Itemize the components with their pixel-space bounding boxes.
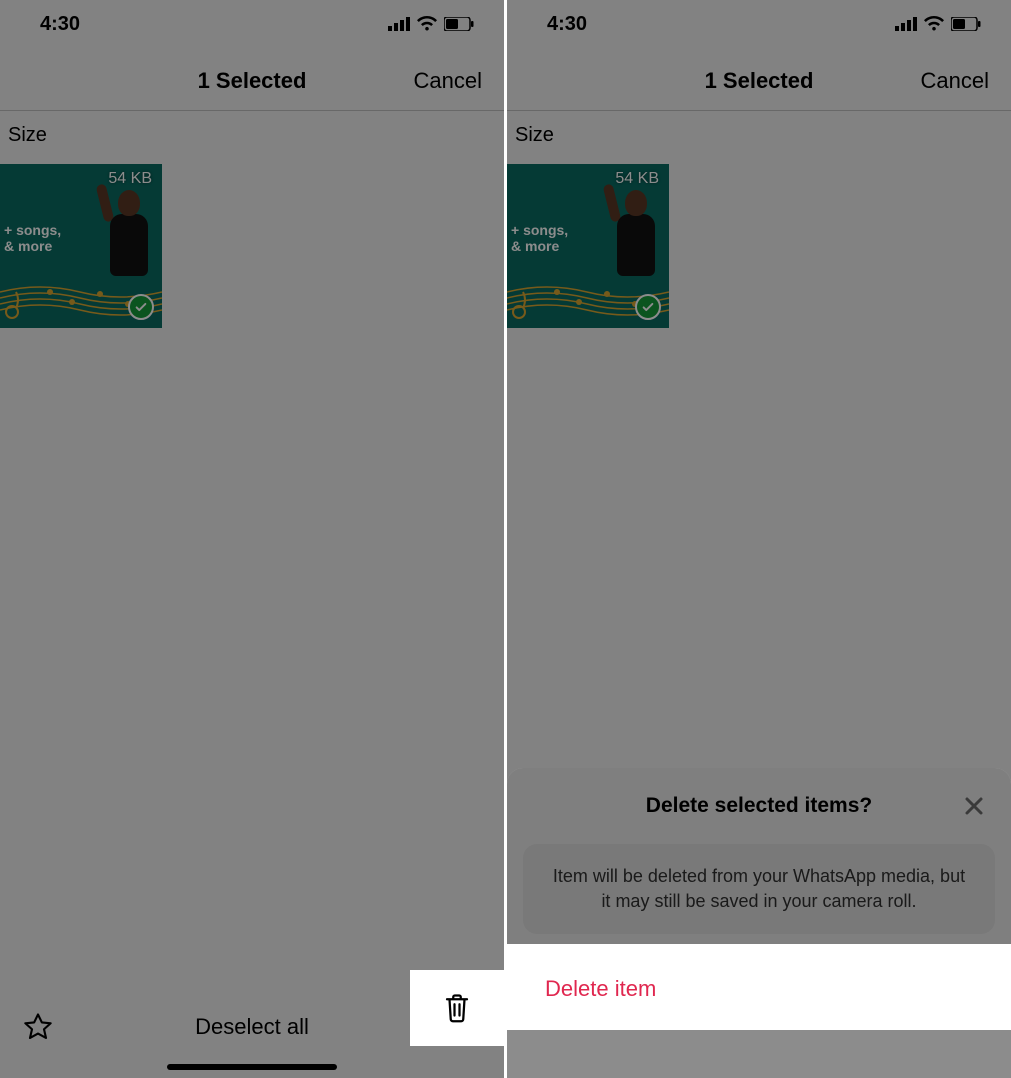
nav-bar: 1 Selected Cancel: [0, 52, 504, 110]
selected-check-icon: [128, 294, 154, 320]
cancel-button[interactable]: Cancel: [921, 68, 989, 94]
cellular-icon: [388, 17, 410, 31]
cancel-button[interactable]: Cancel: [414, 68, 482, 94]
delete-action-sheet: Delete selected items? Item will be dele…: [507, 768, 1011, 1078]
status-time: 4:30: [547, 13, 587, 36]
battery-icon: [444, 17, 474, 31]
selected-check-icon: [635, 294, 661, 320]
trash-button[interactable]: [410, 970, 504, 1046]
status-icons: [388, 16, 474, 32]
status-time: 4:30: [40, 13, 80, 36]
nav-divider: [0, 110, 504, 111]
nav-title: 1 Selected: [705, 68, 814, 94]
thumbnail-size: 54 KB: [108, 170, 152, 188]
home-indicator: [167, 1064, 337, 1070]
nav-title: 1 Selected: [198, 68, 307, 94]
nav-bar: 1 Selected Cancel: [507, 52, 1011, 110]
delete-item-button[interactable]: Delete item: [523, 956, 995, 1022]
status-icons: [895, 16, 981, 32]
wifi-icon: [923, 16, 945, 32]
sheet-close-button[interactable]: [957, 789, 991, 823]
screenshot-dim-overlay: [0, 0, 504, 1078]
wifi-icon: [416, 16, 438, 32]
thumbnail-art-person: [96, 182, 156, 278]
cellular-icon: [895, 17, 917, 31]
thumbnail-art-person: [603, 182, 663, 278]
nav-divider: [507, 110, 1011, 111]
trash-icon: [442, 991, 472, 1025]
status-bar: 4:30: [0, 0, 504, 48]
sheet-title-row: Delete selected items?: [507, 768, 1011, 844]
sheet-title: Delete selected items?: [646, 794, 872, 818]
media-thumbnail[interactable]: + songs,& more 54 KB: [507, 164, 669, 328]
screenshot-right: 4:30 1 Selected Cancel Size: [507, 0, 1011, 1078]
thumbnail-size: 54 KB: [615, 170, 659, 188]
close-icon: [964, 796, 984, 816]
battery-icon: [951, 17, 981, 31]
screenshot-left: 4:30 1 Selected Cancel Size: [0, 0, 504, 1078]
section-sort-label[interactable]: Size: [515, 124, 554, 147]
media-thumbnail[interactable]: + songs,& more 54 KB: [0, 164, 162, 328]
sheet-message: Item will be deleted from your WhatsApp …: [523, 844, 995, 934]
thumbnail-art-text: + songs,& more: [511, 222, 568, 254]
section-sort-label[interactable]: Size: [8, 124, 47, 147]
thumbnail-art-text: + songs,& more: [4, 222, 61, 254]
status-bar: 4:30: [507, 0, 1011, 48]
